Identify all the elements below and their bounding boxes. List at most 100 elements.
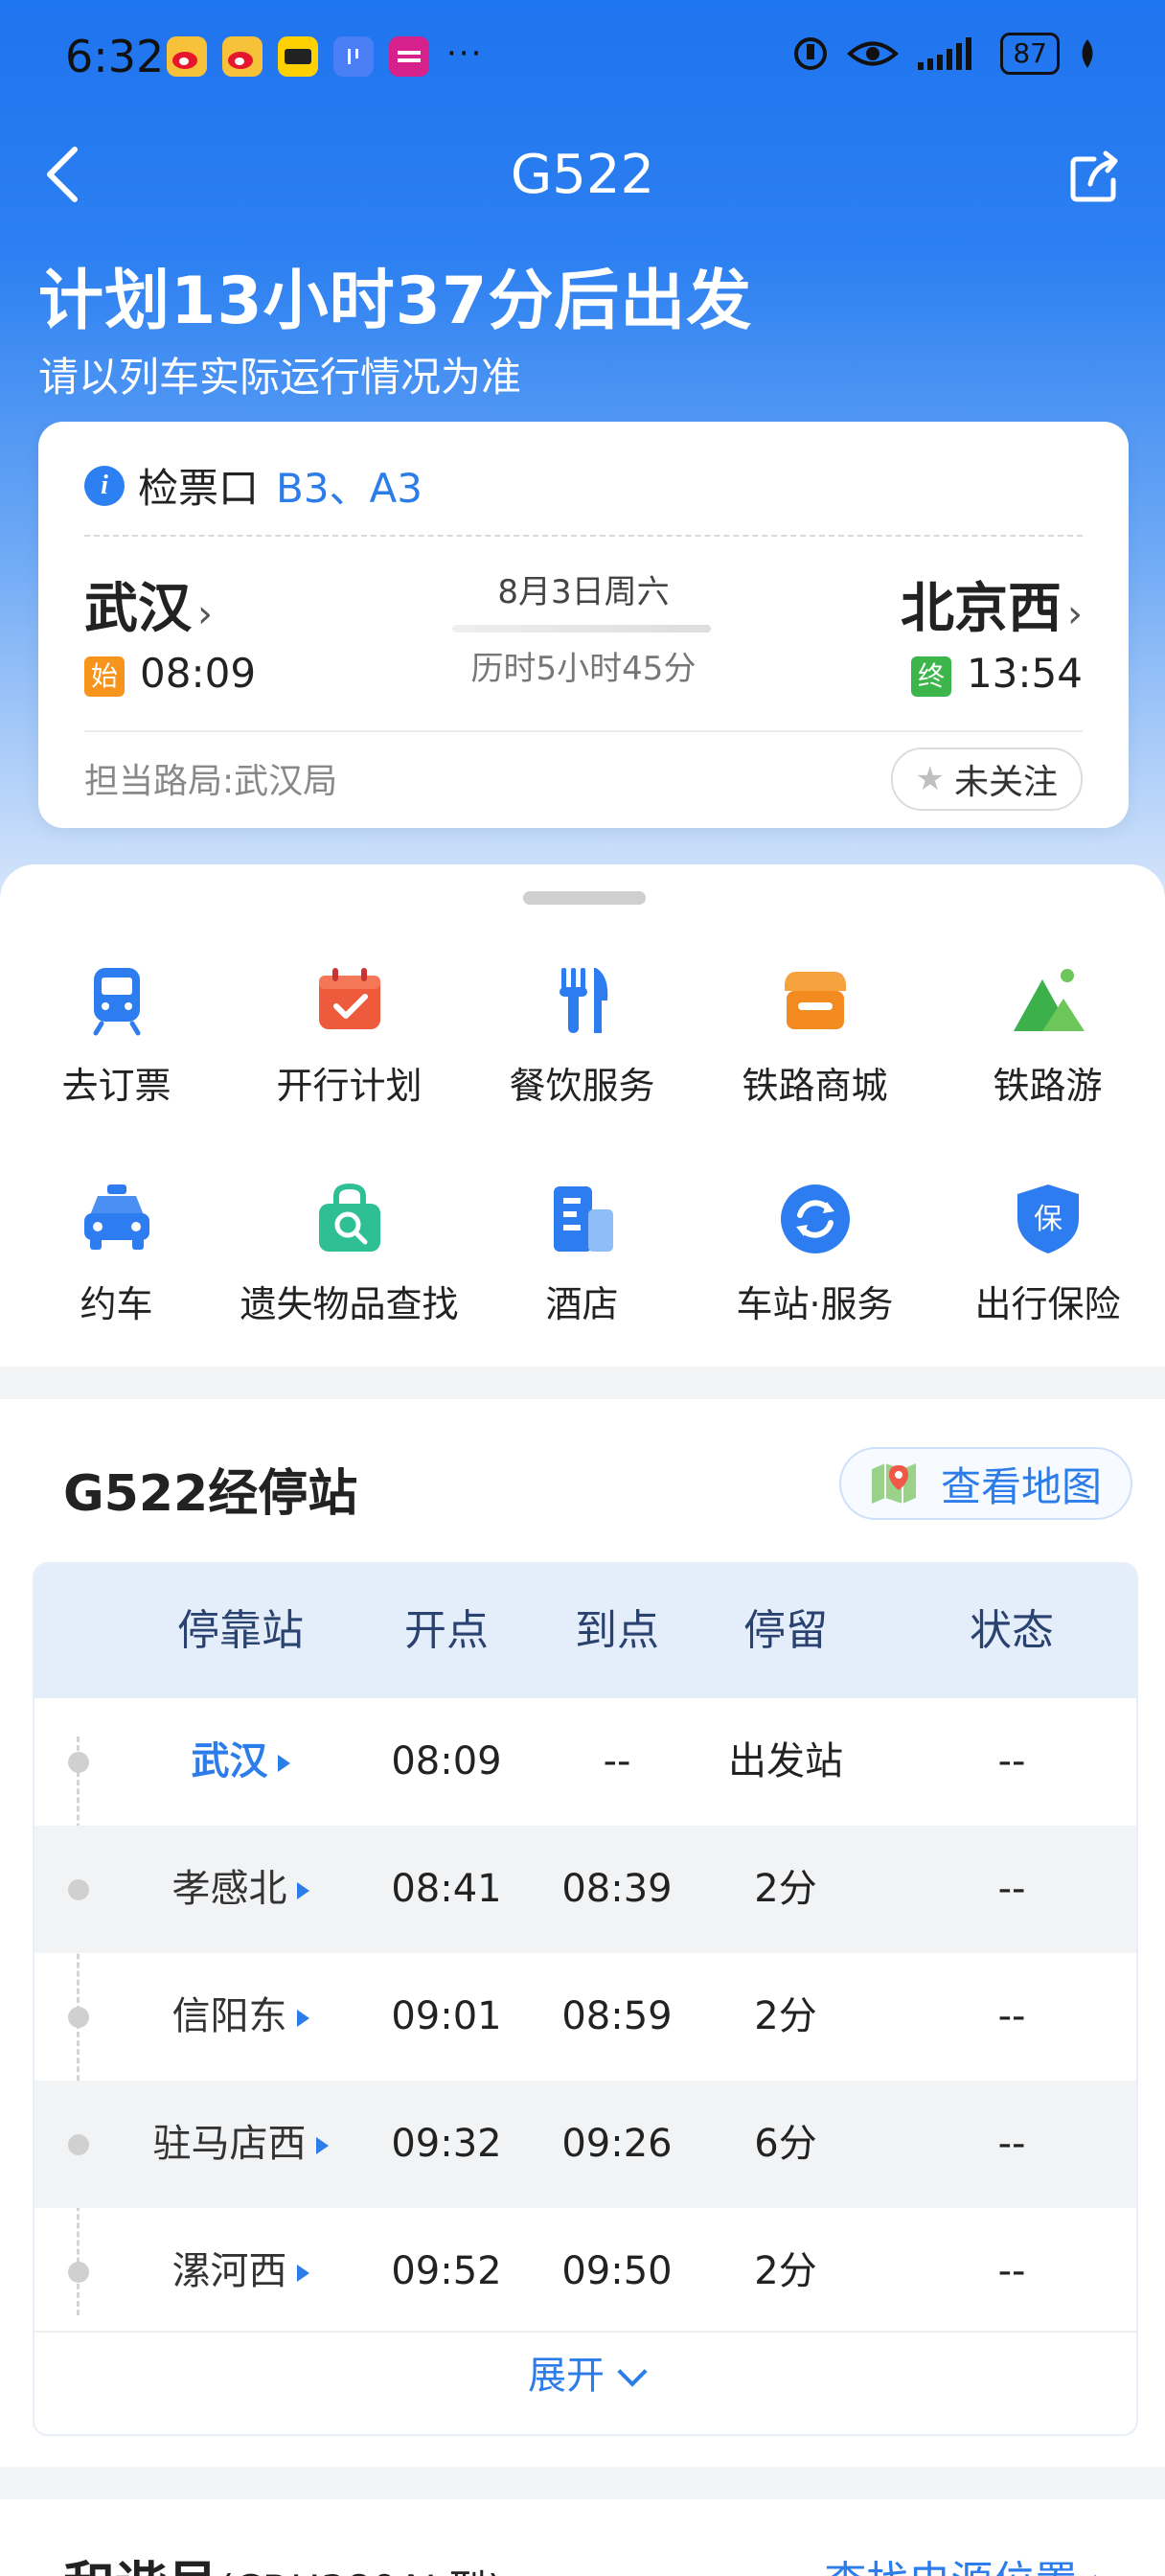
shop-icon bbox=[784, 972, 846, 1029]
service-label: 去订票 bbox=[61, 1065, 171, 1107]
stop-stay: 6分 bbox=[754, 2122, 817, 2166]
stop-arrive: 08:39 bbox=[561, 1867, 673, 1911]
battery-indicator: 87 bbox=[1000, 33, 1060, 75]
stop-station[interactable]: 武汉 bbox=[111, 1698, 370, 1826]
table-row[interactable]: 驻马店西 09:32 09:26 6分 -- bbox=[34, 2081, 1136, 2208]
service-catering[interactable]: 餐饮服务 bbox=[466, 962, 698, 1109]
chevron-down-icon bbox=[617, 2357, 648, 2387]
stop-station-name: 孝感北 bbox=[171, 1867, 287, 1911]
insurance-shield-icon: 保 bbox=[1017, 1184, 1079, 1254]
stop-station[interactable]: 漯河西 bbox=[111, 2208, 370, 2335]
stop-arrive: 09:26 bbox=[561, 2122, 673, 2166]
service-label: 酒店 bbox=[545, 1283, 619, 1325]
service-mall[interactable]: 铁路商城 bbox=[698, 962, 931, 1109]
share-button[interactable] bbox=[1065, 150, 1123, 207]
service-label: 车站·服务 bbox=[736, 1283, 894, 1325]
service-lost-found[interactable]: 遗失物品查找 bbox=[233, 1181, 466, 1327]
service-travel[interactable]: 铁路游 bbox=[931, 962, 1164, 1109]
gate-label: 检票口 bbox=[138, 465, 260, 512]
stop-station[interactable]: 信阳东 bbox=[111, 1953, 370, 2081]
stop-depart: 09:01 bbox=[391, 1994, 502, 2038]
table-row[interactable]: 武汉 08:09 -- 出发站 -- bbox=[34, 1698, 1136, 1826]
service-label: 开行计划 bbox=[276, 1065, 423, 1107]
service-hotel[interactable]: 酒店 bbox=[466, 1181, 698, 1327]
destination-station: 北京西 bbox=[901, 578, 1062, 640]
lost-found-bag-icon bbox=[318, 1183, 380, 1252]
stop-status: -- bbox=[997, 1867, 1026, 1911]
stop-station-name: 漯河西 bbox=[171, 2249, 287, 2293]
service-schedule[interactable]: 开行计划 bbox=[233, 962, 466, 1109]
stop-status: -- bbox=[997, 2249, 1026, 2293]
header-stay: 停留 bbox=[743, 1606, 828, 1655]
timeline-dot bbox=[68, 1879, 89, 1900]
weibo-app-icon bbox=[167, 36, 207, 77]
route-arrow bbox=[452, 625, 711, 632]
service-station[interactable]: 车站·服务 bbox=[698, 1181, 931, 1327]
stop-depart: 08:09 bbox=[391, 1739, 502, 1783]
fork-knife-icon bbox=[559, 968, 607, 1033]
leaf-icon bbox=[1082, 39, 1093, 68]
stop-arrive: 09:50 bbox=[561, 2249, 673, 2293]
stop-depart: 08:41 bbox=[391, 1867, 502, 1911]
map-icon bbox=[871, 1463, 916, 1504]
status-time: 6:32 bbox=[65, 31, 165, 82]
train-model-code: (CRH380AL型) bbox=[218, 2566, 503, 2576]
stop-depart: 09:52 bbox=[391, 2249, 502, 2293]
play-arrow-icon bbox=[296, 2010, 309, 2027]
header-status: 状态 bbox=[970, 1606, 1054, 1655]
table-row[interactable]: 孝感北 08:41 08:39 2分 -- bbox=[34, 1826, 1136, 1953]
eye-icon bbox=[847, 41, 900, 66]
destination-time: 13:54 bbox=[966, 650, 1083, 697]
service-car[interactable]: 约车 bbox=[0, 1181, 233, 1327]
table-row[interactable]: 漯河西 09:52 09:50 2分 -- bbox=[34, 2208, 1136, 2335]
service-book-ticket[interactable]: 去订票 bbox=[0, 962, 233, 1109]
service-label: 约车 bbox=[80, 1283, 153, 1325]
signal-icon bbox=[918, 37, 972, 70]
stops-title: G522经停站 bbox=[63, 1465, 358, 1523]
timeline-dot bbox=[68, 2134, 89, 2155]
status-right: 87 bbox=[791, 33, 1098, 75]
expand-label: 展开 bbox=[528, 2354, 605, 2398]
station-refresh-icon bbox=[780, 1184, 850, 1254]
drag-handle[interactable] bbox=[523, 891, 646, 905]
app-icon-pink bbox=[389, 36, 429, 77]
follow-button[interactable]: ★ 未关注 bbox=[890, 748, 1083, 811]
insurance-icon-text: 保 bbox=[1034, 1203, 1062, 1236]
departure-countdown: 计划13小时37分后出发 bbox=[38, 264, 753, 339]
calendar-check-icon bbox=[318, 968, 380, 1029]
play-arrow-icon bbox=[277, 1755, 290, 1772]
dnd-icon bbox=[794, 37, 828, 70]
meituan-app-icon bbox=[278, 36, 318, 77]
divider bbox=[84, 730, 1083, 732]
app-icon-blue bbox=[333, 36, 374, 77]
table-row[interactable]: 信阳东 09:01 08:59 2分 -- bbox=[34, 1953, 1136, 2081]
timeline-dot bbox=[68, 1752, 89, 1773]
train-info-section: 和谐号(CRH380AL型) 查找电源位置 › bbox=[0, 2499, 1165, 2576]
train-ticket-icon bbox=[93, 968, 140, 1036]
service-label: 铁路游 bbox=[993, 1065, 1103, 1107]
stop-station-name: 信阳东 bbox=[171, 1994, 287, 2038]
find-power-link[interactable]: 查找电源位置 › bbox=[824, 2547, 1108, 2576]
stop-status: -- bbox=[997, 1739, 1026, 1783]
service-insurance[interactable]: 保 出行保险 bbox=[931, 1181, 1164, 1327]
header-station: 停靠站 bbox=[177, 1606, 304, 1655]
stop-station[interactable]: 孝感北 bbox=[111, 1826, 370, 1953]
view-map-button[interactable]: 查看地图 bbox=[838, 1447, 1132, 1520]
departure-note: 请以列车实际运行情况为准 bbox=[38, 354, 522, 401]
stop-arrive: 08:59 bbox=[561, 1994, 673, 2038]
destination-station-link[interactable]: 北京西 › bbox=[901, 565, 1083, 643]
expand-button[interactable]: 展开 bbox=[34, 2331, 1136, 2419]
divider bbox=[84, 535, 1083, 537]
stop-stay: 出发站 bbox=[728, 1739, 843, 1783]
star-icon: ★ bbox=[915, 760, 945, 798]
taxi-icon bbox=[83, 1184, 149, 1250]
stop-station[interactable]: 驻马店西 bbox=[111, 2081, 370, 2208]
gate-value: B3、A3 bbox=[276, 465, 423, 512]
stops-table: 停靠站 开点 到点 停留 状态 武汉 08:09 -- 出发站 -- 孝感北 0… bbox=[33, 1562, 1138, 2436]
end-badge: 终 bbox=[910, 656, 951, 697]
stop-status: -- bbox=[997, 1994, 1026, 2038]
journey-card: i 检票口 B3、A3 武汉 › 始 08:09 8月3日周六 历时5小时45分 北… bbox=[38, 422, 1129, 828]
view-map-label: 查看地图 bbox=[940, 1462, 1102, 1510]
mountain-icon bbox=[1013, 969, 1085, 1031]
hotel-building-icon bbox=[553, 1186, 613, 1252]
